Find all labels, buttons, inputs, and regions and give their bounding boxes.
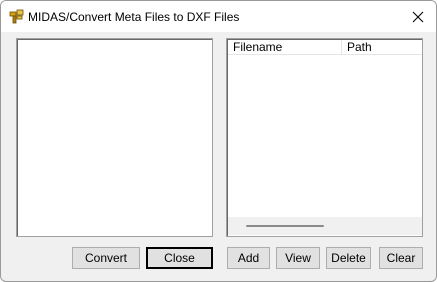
close-icon[interactable] — [406, 5, 430, 29]
preview-pane[interactable] — [16, 38, 213, 237]
window-title: MIDAS/Convert Meta Files to DXF Files — [28, 10, 240, 24]
convert-button[interactable]: Convert — [72, 247, 140, 269]
file-list[interactable]: Filename Path — [226, 38, 423, 237]
title-bar[interactable]: MIDAS/Convert Meta Files to DXF Files — [1, 1, 436, 32]
midas-app-icon — [9, 9, 24, 24]
close-button[interactable]: Close — [146, 247, 213, 269]
scrollbar-thumb[interactable] — [246, 225, 324, 227]
file-list-header: Filename Path — [228, 40, 422, 55]
delete-button[interactable]: Delete — [326, 247, 371, 269]
dialog-window: MIDAS/Convert Meta Files to DXF Files Fi… — [0, 0, 437, 282]
column-header-path[interactable]: Path — [342, 40, 422, 55]
add-button[interactable]: Add — [227, 247, 270, 269]
clear-button[interactable]: Clear — [379, 247, 423, 269]
column-header-filename[interactable]: Filename — [228, 40, 342, 55]
view-button[interactable]: View — [276, 247, 320, 269]
horizontal-scrollbar[interactable] — [228, 217, 422, 235]
